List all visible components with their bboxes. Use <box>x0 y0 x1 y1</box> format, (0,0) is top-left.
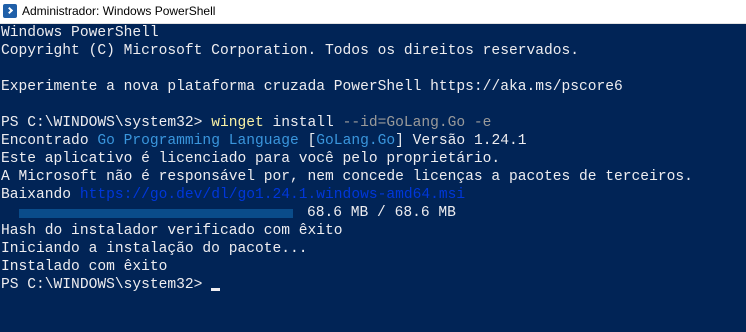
command-line: PS C:\WINDOWS\system32> winget install -… <box>1 114 491 132</box>
command-arg: install <box>263 115 343 131</box>
title-bar[interactable]: Administrador: Windows PowerShell <box>0 0 746 24</box>
powershell-icon <box>3 4 17 18</box>
found-line: Encontrado Go Programming Language [GoLa… <box>1 132 527 150</box>
powershell-window: Administrador: Windows PowerShell Window… <box>0 0 746 332</box>
installed-line: Instalado com êxito <box>1 259 168 275</box>
pscore-line: Experimente a nova plataforma cruzada Po… <box>1 79 623 95</box>
microsoft-disclaimer-line: A Microsoft não é responsável por, nem c… <box>1 169 693 185</box>
command-exe: winget <box>211 115 264 131</box>
download-url[interactable]: https://go.dev/dl/go1.24.1.windows-amd64… <box>80 187 465 203</box>
command-param: --id=GoLang.Go -e <box>342 115 492 131</box>
download-label: Baixando <box>1 187 80 203</box>
license-line: Este aplicativo é licenciado para você p… <box>1 151 501 167</box>
found-version: ] Versão 1.24.1 <box>395 133 527 149</box>
copyright-line: Copyright (C) Microsoft Corporation. Tod… <box>1 43 580 59</box>
found-prefix: Encontrado <box>1 133 98 149</box>
console-output[interactable]: Windows PowerShell Copyright (C) Microso… <box>0 24 746 332</box>
download-progress-fill <box>19 209 293 218</box>
install-start-line: Iniciando a instalação do pacote... <box>1 241 308 257</box>
hash-verified-line: Hash do instalador verificado com êxito <box>1 223 343 239</box>
window-title: Administrador: Windows PowerShell <box>22 4 216 18</box>
download-progress-bar <box>19 209 293 218</box>
package-id: GoLang.Go <box>316 133 396 149</box>
found-id-open: [ <box>298 133 317 149</box>
prompt: PS C:\WINDOWS\system32> <box>1 115 212 131</box>
download-line: Baixando https://go.dev/dl/go1.24.1.wind… <box>1 186 465 204</box>
final-prompt-line[interactable]: PS C:\WINDOWS\system32> <box>1 276 221 294</box>
package-name: Go Programming Language <box>97 133 299 149</box>
download-progress-text: 68.6 MB / 68.6 MB <box>307 205 456 221</box>
prompt: PS C:\WINDOWS\system32> <box>1 277 212 293</box>
banner-line: Windows PowerShell <box>1 25 159 41</box>
text-cursor <box>211 288 221 291</box>
